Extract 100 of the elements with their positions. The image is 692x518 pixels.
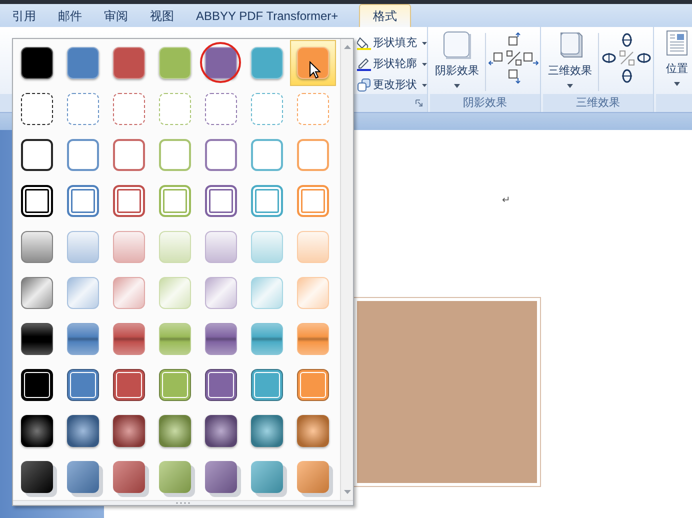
style-swatch bbox=[205, 185, 237, 217]
style-swatch bbox=[113, 461, 145, 493]
style-swatch bbox=[21, 369, 53, 401]
ribbon-tab[interactable]: 格式 bbox=[359, 4, 412, 27]
style-swatch bbox=[251, 415, 283, 447]
tilt-right-icon[interactable] bbox=[636, 50, 652, 66]
style-swatch bbox=[205, 369, 237, 401]
style-swatch bbox=[251, 139, 283, 171]
style-swatch bbox=[21, 415, 53, 447]
style-swatch bbox=[205, 461, 237, 493]
style-swatch bbox=[113, 93, 145, 125]
caret-icon bbox=[454, 84, 460, 88]
style-swatch bbox=[251, 277, 283, 309]
style-swatch bbox=[67, 277, 99, 309]
style-swatch bbox=[159, 369, 191, 401]
ribbon-tab[interactable]: 审阅 bbox=[93, 4, 139, 27]
style-swatch bbox=[251, 47, 283, 79]
style-option[interactable] bbox=[290, 40, 336, 86]
style-swatch bbox=[297, 47, 329, 79]
style-swatch bbox=[21, 231, 53, 263]
style-swatch bbox=[159, 461, 191, 493]
style-swatch bbox=[205, 93, 237, 125]
scroll-up-icon[interactable] bbox=[344, 45, 350, 49]
style-swatch bbox=[21, 47, 53, 79]
style-swatch bbox=[113, 323, 145, 355]
style-swatch bbox=[67, 461, 99, 493]
style-swatch bbox=[297, 323, 329, 355]
pen-icon bbox=[357, 57, 371, 71]
style-swatch bbox=[297, 93, 329, 125]
square-icon bbox=[442, 30, 472, 60]
style-swatch bbox=[113, 185, 145, 217]
style-swatch bbox=[297, 185, 329, 217]
style-swatch bbox=[67, 231, 99, 263]
nudge-left-icon[interactable] bbox=[488, 50, 504, 66]
style-swatch bbox=[159, 47, 191, 79]
style-swatch bbox=[251, 323, 283, 355]
style-swatch bbox=[113, 139, 145, 171]
ribbon-tab[interactable]: 视图 bbox=[139, 4, 185, 27]
style-swatch bbox=[67, 139, 99, 171]
dialog-launcher-icon[interactable] bbox=[415, 99, 423, 107]
style-swatch bbox=[297, 369, 329, 401]
caret-icon bbox=[422, 84, 427, 86]
ribbon-tab[interactable]: ABBYY PDF Transformer+ bbox=[185, 4, 350, 27]
style-swatch bbox=[21, 185, 53, 217]
position-button[interactable]: 位置 bbox=[662, 30, 692, 86]
style-swatch bbox=[205, 415, 237, 447]
shapes-icon bbox=[357, 78, 371, 92]
caret-icon bbox=[422, 62, 427, 66]
style-swatch bbox=[159, 139, 191, 171]
scroll-down-icon[interactable] bbox=[344, 490, 350, 494]
style-swatch bbox=[159, 93, 191, 125]
tilt-left-icon[interactable] bbox=[601, 50, 618, 66]
paint-bucket-icon bbox=[357, 36, 371, 50]
resize-grip[interactable] bbox=[13, 500, 353, 505]
nudge-down-icon[interactable] bbox=[506, 68, 522, 84]
style-swatch bbox=[297, 231, 329, 263]
style-swatch bbox=[67, 93, 99, 125]
group-label-bar bbox=[656, 94, 692, 112]
style-swatch bbox=[21, 323, 53, 355]
page-icon bbox=[666, 30, 688, 56]
shadow-toggle-icon[interactable] bbox=[506, 50, 522, 66]
nudge-up-icon[interactable] bbox=[506, 32, 522, 48]
scrollbar[interactable] bbox=[340, 39, 353, 500]
style-swatch bbox=[251, 185, 283, 217]
style-swatch bbox=[159, 231, 191, 263]
3d-effects-button[interactable]: 三维效果 bbox=[545, 30, 595, 88]
style-swatch bbox=[205, 139, 237, 171]
group-label: 三维效果 bbox=[543, 94, 653, 112]
style-swatch bbox=[251, 93, 283, 125]
style-swatch bbox=[67, 47, 99, 79]
mouse-pointer-icon bbox=[309, 61, 321, 79]
style-swatch bbox=[251, 461, 283, 493]
style-swatch bbox=[297, 415, 329, 447]
style-swatch bbox=[113, 47, 145, 79]
style-swatch bbox=[67, 323, 99, 355]
style-swatch bbox=[113, 369, 145, 401]
style-swatch bbox=[205, 323, 237, 355]
caret-icon bbox=[566, 84, 573, 88]
shape-command-button[interactable]: 形状填充 bbox=[357, 34, 427, 52]
style-swatch bbox=[297, 461, 329, 493]
style-swatch bbox=[67, 369, 99, 401]
style-swatch bbox=[67, 185, 99, 217]
style-swatch bbox=[67, 415, 99, 447]
shape-command-button[interactable]: 更改形状 bbox=[357, 76, 427, 94]
style-swatch bbox=[297, 277, 329, 309]
style-swatch bbox=[21, 277, 53, 309]
nudge-right-icon[interactable] bbox=[522, 50, 539, 66]
style-swatch bbox=[21, 93, 53, 125]
shadow-effects-button[interactable]: 阴影效果 bbox=[432, 30, 482, 88]
ribbon-tab[interactable]: 邮件 bbox=[47, 4, 93, 27]
ribbon-tab[interactable]: 引用 bbox=[1, 4, 47, 27]
style-swatch bbox=[21, 461, 53, 493]
style-swatch bbox=[159, 277, 191, 309]
style-swatch bbox=[159, 323, 191, 355]
style-swatch bbox=[113, 277, 145, 309]
style-swatch bbox=[251, 369, 283, 401]
3d-toggle-icon[interactable] bbox=[618, 50, 635, 66]
shape-command-button[interactable]: 形状轮廓 bbox=[357, 55, 427, 73]
style-swatch bbox=[297, 139, 329, 171]
group-label: 阴影效果 bbox=[430, 94, 540, 112]
